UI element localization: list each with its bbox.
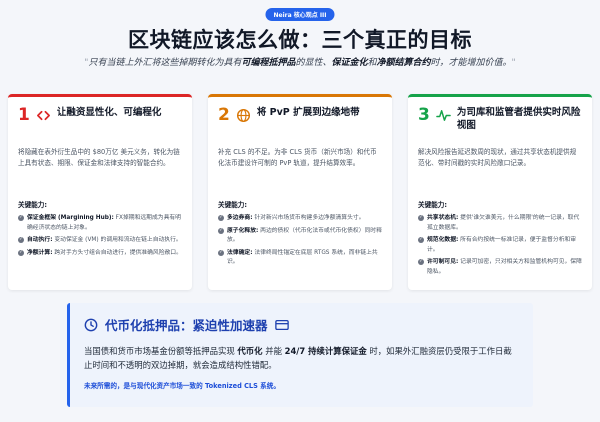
capability-item: ✓ 自动执行: 变动保证金 (VM) 的调用和流动在链上自动执行。 [18,237,182,243]
panel-footer: 未来所需的，是与现代化资产市场一致的 Tokenized CLS 系统。 [84,382,280,390]
capability-item: ✓ 净额计算: 跨对手方头寸组合自动进行，提供准确风险敞口。 [18,249,182,256]
capability-item: ✓ 共享状态机: 提供'谁欠谁美元，什么期限'的统一记录，取代孤立数据库。 [418,215,580,231]
capabilities-list: ✓ 共享状态机: 提供'谁欠谁美元，什么期限'的统一记录，取代孤立数据库。 ✓ 规范… [418,214,582,277]
panel-title-row: 代币化抵押品：紧迫性加速器 [84,315,519,334]
card-description: 解决风险报告延迟数周的现状，通过共享状态机提供规范化、带时间戳的实时风险敞口记录… [418,148,577,167]
globe-icon [236,108,251,123]
check-icon: ✓ [418,215,424,221]
goals-cards: 1 让融资显性化、可编程化 将隐藏在表外衍生品中的 $80万亿 美元义务，转化为… [8,94,592,290]
capabilities-list: ✓ 保证金框架 (Margining Hub): FX掉期和远期成为具有明确经济状… [18,214,182,258]
header-badge: Neira 核心观点 III [265,8,335,21]
check-icon: ✓ [218,215,224,221]
card-title: 让融资显性化、可编程化 [56,107,162,118]
capability-item: ✓ 法律确定: 法律终局性锚定在底层 RTGS 系统，而非链上共识。 [218,249,378,265]
check-icon: ✓ [218,249,224,256]
code-icon [36,108,51,123]
goal-card-programmable: 1 让融资显性化、可编程化 将隐藏在表外衍生品中的 $80万亿 美元义务，转化为… [8,94,192,290]
check-icon: ✓ [218,227,224,234]
card-title: 为司库和监管者提供实时风险视图 [456,107,581,131]
check-icon: ✓ [18,249,24,256]
card-title: 将 PvP 扩展到边缘地带 [256,107,360,118]
card-header: 2 将 PvP 扩展到边缘地带 [218,105,382,143]
page-subtitle: "只有当链上外汇将这些掉期转化为具有可编程抵押品的显性、保证金化和净额结算合约时… [84,58,516,68]
key-capabilities-title: 关键能力: [218,201,248,209]
check-icon: ✓ [418,259,424,265]
key-capabilities-title: 关键能力: [18,201,48,209]
capability-item: ✓ 多边券商: 针对新兴市场货币构建多边净额清算头寸。 [218,215,365,221]
tokenized-collateral-panel: 代币化抵押品：紧迫性加速器 当国债和货币市场基金份额等抵押品实现 代币化 并能 … [67,303,533,407]
goal-card-risk-view: 3 为司库和监管者提供实时风险视图 解决风险报告延迟数周的现状，通过共享状态机提… [408,94,592,290]
panel-body: 当国债和货币市场基金份额等抵押品实现 代币化 并能 24/7 持续计算保证金 时… [84,346,512,370]
panel-title: 代币化抵押品：紧迫性加速器 [105,318,268,333]
card-number: 2 [218,105,230,125]
key-capabilities-title: 关键能力: [418,201,448,209]
capability-item: ✓ 许可制可见: 记录可加密，只对相关方和监管机构可见，保障隐私。 [418,259,582,275]
clock-icon [84,318,98,332]
card-header: 3 为司库和监管者提供实时风险视图 [418,105,582,143]
card-icon [274,319,289,331]
page-title: 区块链应该怎么做：三个真正的目标 [128,28,472,52]
check-icon: ✓ [418,237,424,243]
capability-item: ✓ 保证金框架 (Margining Hub): FX掉期和远期成为具有明确经济状… [18,215,181,231]
check-icon: ✓ [18,237,24,243]
card-number: 1 [18,105,30,125]
card-number: 3 [418,105,430,125]
capability-item: ✓ 原子化释放: 两边的债权（代币化法币或代币化债权）同时释放。 [218,227,382,243]
card-header: 1 让融资显性化、可编程化 [18,105,182,143]
capability-item: ✓ 规范化数据: 所有合约按统一标准记录，便于监督分析和审计。 [418,237,577,253]
card-description: 补充 CLS 的不足。为非 CLS 货币（新兴市场）和代币化法币建设许可制的 P… [218,148,377,167]
goal-card-pvp: 2 将 PvP 扩展到边缘地带 补充 CLS 的不足。为非 CLS 货币（新兴市… [208,94,392,290]
capabilities-list: ✓ 多边券商: 针对新兴市场货币构建多边净额清算头寸。 ✓ 原子化释放: 两边的债权… [218,214,382,268]
check-icon: ✓ [18,215,24,221]
pulse-icon [436,108,451,123]
card-description: 将隐藏在表外衍生品中的 $80万亿 美元义务，转化为链上具有状态、期限、保证金和… [18,148,180,167]
